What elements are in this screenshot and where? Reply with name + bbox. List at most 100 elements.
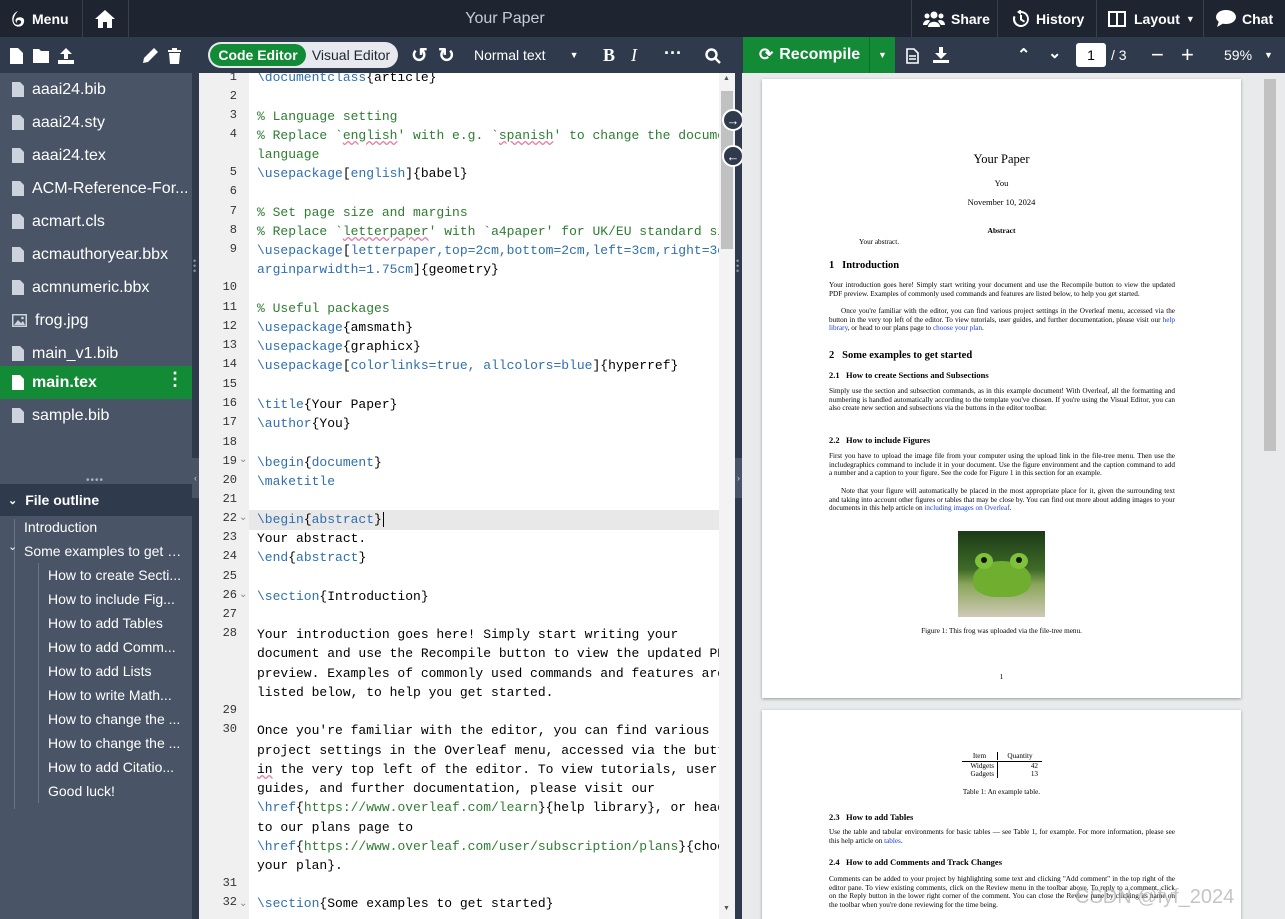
panel-divider[interactable]: → ← • • • › <box>722 73 744 919</box>
pdf-preview[interactable]: Your Paper You November 10, 2024 Abstrac… <box>742 73 1285 919</box>
file-icon <box>12 375 24 390</box>
zoom-out-icon[interactable]: − <box>1151 42 1164 68</box>
text-style-select[interactable]: Normal text ▼ <box>474 47 579 63</box>
outline-item[interactable]: Good luck! <box>48 783 184 799</box>
chat-button[interactable]: Chat <box>1216 0 1273 37</box>
editor-scrollbar[interactable]: ▲ ▼ <box>719 73 735 919</box>
code-line: \maketitle <box>257 474 336 489</box>
outline-item[interactable]: How to create Secti... <box>48 567 184 583</box>
zoom-in-icon[interactable]: + <box>1181 42 1194 68</box>
outline-item[interactable]: How to change the ... <box>48 735 184 751</box>
outline-item[interactable]: Introduction <box>24 519 184 535</box>
fold-arrow-icon[interactable]: ⌄ <box>239 589 247 600</box>
line-number: 21 <box>222 492 237 506</box>
bold-icon[interactable]: B <box>603 45 615 66</box>
file-item[interactable]: sample.bib <box>0 399 192 432</box>
fold-arrow-icon[interactable]: ⌄ <box>239 898 247 909</box>
line-number: 13 <box>222 338 237 352</box>
line-number: 2 <box>229 89 237 103</box>
pdf-paragraph: Your introduction goes here! Simply star… <box>829 281 1175 298</box>
panel-divider[interactable]: • • • ‹ <box>192 73 199 919</box>
page-total: / 3 <box>1111 47 1127 63</box>
download-pdf-icon[interactable] <box>933 47 949 63</box>
line-number: 8 <box>229 223 237 237</box>
code-line: \documentclass{article} <box>257 73 437 85</box>
file-text-icon <box>12 82 24 97</box>
layout-button[interactable]: Layout ▼ <box>1108 0 1195 37</box>
upload-icon[interactable] <box>58 48 74 64</box>
file-text-icon <box>12 346 24 361</box>
file-name: main.tex <box>32 373 97 391</box>
table-cell: Widgets <box>962 762 998 770</box>
sync-to-pdf-button[interactable]: → <box>722 109 744 131</box>
pdf-subsection-heading: 2.1 How to create Sections and Subsectio… <box>829 370 989 380</box>
file-item[interactable]: acmart.cls <box>0 205 192 238</box>
rename-icon[interactable] <box>143 48 158 63</box>
collapse-pdf-button[interactable]: › <box>735 458 742 498</box>
file-outline-header[interactable]: ⌄ File outline <box>0 484 192 516</box>
code-editor[interactable]: 1 2 3 4 5 6 7 8 9 10 11 12 13 14 15 16 17 18 19 20 21 22 23 24 2… <box>199 73 735 919</box>
redo-icon[interactable]: ↻ <box>438 43 455 68</box>
fold-arrow-icon[interactable]: ⌄ <box>239 512 247 523</box>
file-options-icon[interactable]: ⋮ <box>166 369 184 390</box>
delete-icon[interactable] <box>168 48 181 64</box>
outline-item[interactable]: How to add Lists <box>48 663 184 679</box>
scroll-down-icon[interactable]: ▼ <box>723 905 730 912</box>
outline-item[interactable]: How to include Fig... <box>48 591 184 607</box>
sync-to-code-button[interactable]: ← <box>722 145 744 167</box>
zoom-select[interactable]: 59% ▼ <box>1224 47 1273 63</box>
code-editor-tab[interactable]: Code Editor <box>210 44 306 66</box>
outline-item[interactable]: How to add Citatio... <box>48 759 184 775</box>
search-icon[interactable] <box>705 48 721 64</box>
file-item[interactable]: aaai24.sty <box>0 106 192 139</box>
line-number: 31 <box>222 876 237 890</box>
history-button[interactable]: History <box>1012 0 1084 37</box>
scrollbar-thumb[interactable] <box>1264 79 1276 451</box>
recompile-button[interactable]: ⟳ Recompile <box>743 37 869 73</box>
collapse-file-tree-button[interactable]: ‹ <box>192 458 199 498</box>
italic-icon[interactable]: I <box>631 45 637 66</box>
file-icon <box>12 247 24 262</box>
file-item[interactable]: acmauthoryear.bbx <box>0 238 192 271</box>
file-item[interactable]: ACM-Reference-For... <box>0 172 192 205</box>
code-line: guides, and further documentation, pleas… <box>257 781 655 796</box>
line-number: 16 <box>222 396 237 410</box>
line-number: 6 <box>229 184 237 198</box>
file-name: acmauthoryear.bbx <box>32 245 169 263</box>
pdf-subsection-heading: 2.4 How to add Comments and Track Change… <box>829 857 1003 867</box>
fold-arrow-icon[interactable]: ⌄ <box>239 454 247 465</box>
file-icon <box>12 181 24 196</box>
more-icon[interactable]: ··· <box>664 43 682 64</box>
new-folder-icon[interactable] <box>33 49 49 63</box>
share-button[interactable]: Share <box>923 0 990 37</box>
arrow-left-icon: ← <box>726 148 740 164</box>
line-number: 14 <box>222 357 237 371</box>
pdf-date: November 10, 2024 <box>967 197 1036 207</box>
outline-item[interactable]: How to add Tables <box>48 615 184 631</box>
file-item[interactable]: aaai24.tex <box>0 139 192 172</box>
page-number-input[interactable]: 1 <box>1076 43 1106 67</box>
file-item-active[interactable]: main.tex ⋮ <box>0 366 192 399</box>
recompile-options-button[interactable]: ▼ <box>869 37 895 73</box>
file-item[interactable]: acmnumeric.bbx <box>0 271 192 304</box>
arrow-right-icon: → <box>726 112 740 128</box>
previous-page-icon[interactable]: ⌃ <box>1017 45 1030 65</box>
chevron-down-icon[interactable]: ⌄ <box>8 540 17 553</box>
pdf-paragraph: Note that your figure will automatically… <box>829 487 1175 513</box>
file-item[interactable]: frog.jpg <box>0 304 192 337</box>
logs-icon[interactable] <box>906 48 919 64</box>
outline-item[interactable]: How to write Math... <box>48 687 184 703</box>
project-title[interactable]: Your Paper <box>0 10 1010 28</box>
pdf-section-heading: 1 Introduction <box>829 260 900 271</box>
pdf-scrollbar[interactable] <box>1262 73 1278 919</box>
visual-editor-tab[interactable]: Visual Editor <box>306 44 396 66</box>
file-item[interactable]: aaai24.bib <box>0 73 192 106</box>
next-page-icon[interactable]: ⌄ <box>1048 43 1061 63</box>
undo-icon[interactable]: ↺ <box>411 43 428 68</box>
outline-item[interactable]: How to add Comm... <box>48 639 184 655</box>
outline-item[interactable]: Some examples to get s... <box>24 543 184 559</box>
new-file-icon[interactable] <box>10 48 23 64</box>
file-name: acmnumeric.bbx <box>32 278 150 296</box>
scroll-up-icon[interactable]: ▲ <box>723 75 730 82</box>
outline-item[interactable]: How to change the ... <box>48 711 184 727</box>
